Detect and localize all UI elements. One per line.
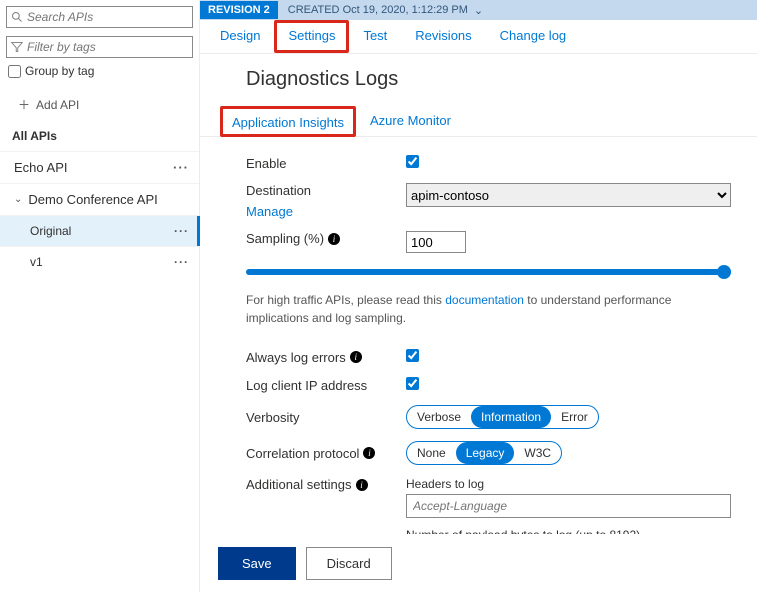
- info-icon[interactable]: i: [350, 351, 362, 363]
- page-title: Diagnostics Logs: [200, 54, 757, 105]
- sampling-label: Sampling (%): [246, 231, 324, 246]
- headers-to-log-input[interactable]: [406, 494, 731, 518]
- always-log-errors-label: Always log errors: [246, 350, 346, 365]
- api-item-label: Echo API: [14, 160, 67, 175]
- correlation-w3c[interactable]: W3C: [514, 442, 561, 464]
- revision-badge: REVISION 2: [200, 1, 278, 19]
- destination-label: Destination: [246, 183, 406, 198]
- verbosity-segmented: Verbose Information Error: [406, 405, 599, 429]
- slider-thumb[interactable]: [717, 265, 731, 279]
- documentation-link[interactable]: documentation: [445, 293, 524, 307]
- search-apis-input[interactable]: [27, 10, 188, 24]
- api-subitems: Original ··· v1 ···: [0, 215, 199, 277]
- search-icon: [11, 11, 23, 23]
- correlation-segmented: None Legacy W3C: [406, 441, 562, 465]
- correlation-label: Correlation protocol: [246, 446, 359, 461]
- verbosity-information[interactable]: Information: [471, 406, 551, 428]
- enable-checkbox[interactable]: [406, 155, 419, 168]
- correlation-none[interactable]: None: [407, 442, 456, 464]
- group-by-tag-input[interactable]: [8, 65, 21, 78]
- api-version-v1[interactable]: v1 ···: [0, 246, 199, 277]
- enable-label: Enable: [246, 156, 406, 171]
- subtab-appinsights[interactable]: Application Insights: [220, 106, 356, 137]
- add-api-button[interactable]: ＋Add API: [0, 90, 199, 119]
- manage-link[interactable]: Manage: [246, 204, 406, 219]
- info-icon[interactable]: i: [363, 447, 375, 459]
- chevron-down-icon[interactable]: ⌄: [474, 4, 483, 17]
- slider-track: [246, 269, 731, 275]
- tab-test[interactable]: Test: [349, 20, 401, 53]
- api-item-echo[interactable]: Echo API ···: [0, 151, 199, 183]
- sampling-help-text: For high traffic APIs, please read this …: [246, 291, 731, 327]
- tab-design[interactable]: Design: [206, 20, 274, 53]
- group-by-tag-label: Group by tag: [25, 64, 94, 78]
- always-log-errors-checkbox[interactable]: [406, 349, 419, 362]
- api-version-label: v1: [30, 255, 43, 269]
- sampling-input[interactable]: [406, 231, 466, 253]
- plus-icon: ＋: [18, 98, 30, 112]
- chevron-down-icon: ⌄: [14, 194, 22, 205]
- destination-select[interactable]: apim-contoso: [406, 183, 731, 207]
- main-tabs: Design Settings Test Revisions Change lo…: [200, 20, 757, 54]
- tab-changelog[interactable]: Change log: [486, 20, 581, 53]
- sidebar: Group by tag ＋Add API All APIs Echo API …: [0, 0, 200, 592]
- more-actions-icon[interactable]: ···: [174, 224, 189, 238]
- sampling-slider[interactable]: [246, 265, 731, 279]
- filter-tags-box[interactable]: [6, 36, 193, 58]
- footer-actions: Save Discard: [200, 534, 757, 592]
- revision-created: CREATED Oct 19, 2020, 1:12:29 PM: [288, 4, 468, 16]
- subtab-azuremonitor[interactable]: Azure Monitor: [356, 105, 465, 136]
- api-version-label: Original: [30, 224, 71, 238]
- additional-settings-label: Additional settings: [246, 477, 352, 492]
- info-icon[interactable]: i: [328, 233, 340, 245]
- more-actions-icon[interactable]: ···: [173, 160, 189, 175]
- api-version-original[interactable]: Original ···: [0, 215, 199, 246]
- headers-to-log-title: Headers to log: [406, 477, 731, 491]
- revision-bar[interactable]: REVISION 2 CREATED Oct 19, 2020, 1:12:29…: [200, 0, 757, 20]
- save-button[interactable]: Save: [218, 547, 296, 580]
- diagnostics-form: Enable Destination Manage apim-contoso S…: [200, 137, 757, 534]
- info-icon[interactable]: i: [356, 479, 368, 491]
- filter-tags-input[interactable]: [27, 40, 188, 54]
- sub-tabs: Application Insights Azure Monitor: [200, 105, 757, 137]
- log-client-ip-label: Log client IP address: [246, 378, 406, 393]
- api-item-label: Demo Conference API: [28, 192, 157, 207]
- discard-button[interactable]: Discard: [306, 547, 392, 580]
- verbosity-label: Verbosity: [246, 410, 406, 425]
- search-apis-box[interactable]: [6, 6, 193, 28]
- verbosity-verbose[interactable]: Verbose: [407, 406, 471, 428]
- log-client-ip-checkbox[interactable]: [406, 377, 419, 390]
- tab-revisions[interactable]: Revisions: [401, 20, 485, 53]
- all-apis-label[interactable]: All APIs: [0, 119, 199, 151]
- filter-icon: [11, 41, 23, 53]
- more-actions-icon[interactable]: ···: [174, 255, 189, 269]
- correlation-legacy[interactable]: Legacy: [456, 442, 515, 464]
- group-by-tag-checkbox[interactable]: Group by tag: [8, 64, 191, 78]
- tab-settings[interactable]: Settings: [274, 20, 349, 53]
- api-item-demo-conference[interactable]: ⌄ Demo Conference API: [0, 183, 199, 215]
- verbosity-error[interactable]: Error: [551, 406, 598, 428]
